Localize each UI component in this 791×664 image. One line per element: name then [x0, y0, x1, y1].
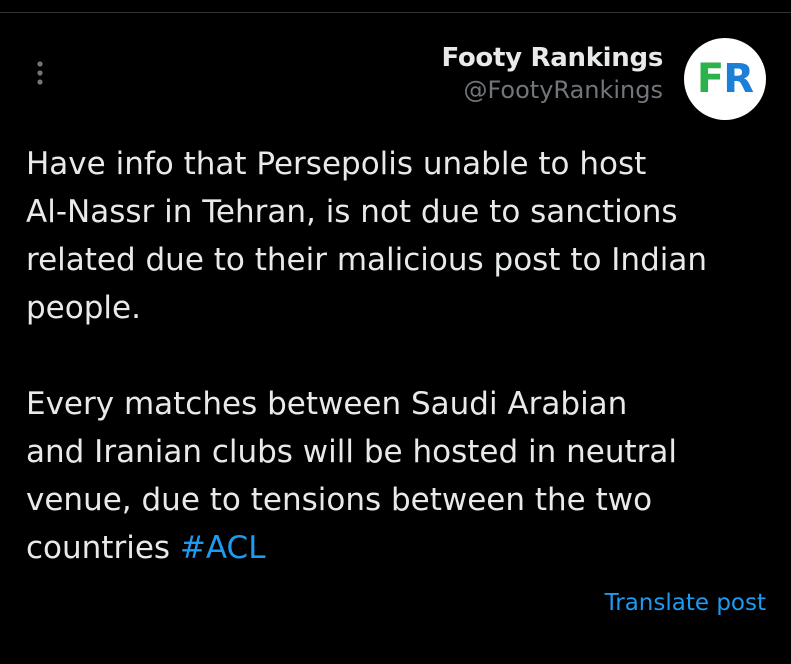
author-info[interactable]: Footy Rankings @FootyRankings: [441, 42, 663, 106]
author-handle[interactable]: @FootyRankings: [441, 74, 663, 106]
more-vertical-icon: [36, 59, 44, 87]
avatar-letter-r: R: [723, 56, 754, 102]
translate-post-link[interactable]: Translate post: [605, 588, 766, 618]
tweet-paragraph: Have info that Persepolis unable to host…: [26, 146, 708, 326]
avatar[interactable]: FR: [684, 38, 766, 120]
author-display-name[interactable]: Footy Rankings: [441, 42, 663, 74]
avatar-letter-f: F: [696, 56, 724, 102]
avatar-logo: FR: [696, 56, 754, 102]
tweet-text: Have info that Persepolis unable to host…: [26, 140, 776, 572]
top-divider: [0, 12, 791, 13]
more-options-button[interactable]: [30, 56, 50, 90]
tweet-paragraph-text: Every matches between Saudi Arabian and …: [26, 386, 677, 566]
hashtag-link[interactable]: #ACL: [180, 530, 266, 566]
tweet-paragraph-with-hashtag: Every matches between Saudi Arabian and …: [26, 380, 776, 572]
